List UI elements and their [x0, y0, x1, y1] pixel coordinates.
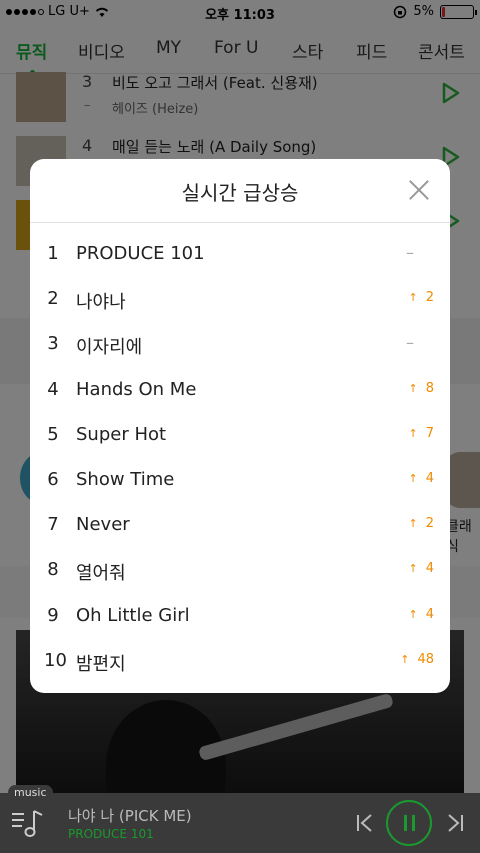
- trending-rank: 4: [47, 378, 59, 400]
- arrow-up-icon: ↑: [400, 652, 410, 666]
- trending-item[interactable]: 10 밤편지 ↑ 48: [30, 638, 450, 683]
- rank-change-value: 4: [425, 606, 434, 622]
- playlist-icon[interactable]: [10, 807, 46, 841]
- rank-change: –: [406, 243, 414, 262]
- player-title: 나야 나 (PICK ME): [68, 807, 192, 825]
- trending-rank: 1: [47, 243, 59, 264]
- next-icon[interactable]: [446, 813, 464, 833]
- arrow-up-icon: ↑: [408, 381, 418, 395]
- trending-item[interactable]: 6 Show Time ↑ 4: [30, 457, 450, 502]
- trending-rank: 3: [47, 333, 59, 355]
- trending-title: 나야나: [76, 292, 126, 314]
- trending-list: 1 PRODUCE 101–2 나야나 ↑ 2 3 이자리에 –4 Hands On Me ↑ 8 5…: [30, 231, 450, 683]
- rank-change: ↑ 4: [409, 561, 435, 576]
- rank-change-value: 2: [425, 290, 434, 306]
- modal-title: 실시간 급상승: [181, 181, 299, 205]
- rank-change: ↑ 4: [409, 471, 435, 486]
- trending-item[interactable]: 1 PRODUCE 101 –: [30, 231, 450, 276]
- trending-rank: 5: [47, 423, 59, 445]
- trending-title: PRODUCE 101: [76, 243, 205, 264]
- trending-rank: 8: [47, 559, 59, 581]
- trending-title: 밤편지: [76, 653, 126, 675]
- player-artist: PRODUCE 101: [68, 827, 154, 841]
- trending-title: Hands On Me: [76, 378, 197, 400]
- rank-change-value: 48: [417, 651, 434, 667]
- trending-title: Never: [76, 514, 130, 536]
- trending-title: 열어줘: [76, 563, 126, 585]
- rank-change: ↑ 7: [409, 426, 435, 441]
- rank-change-value: 2: [425, 516, 434, 532]
- trending-item[interactable]: 4 Hands On Me ↑ 8: [30, 367, 450, 412]
- arrow-up-icon: ↑: [408, 291, 418, 305]
- music-tag: music: [8, 785, 53, 800]
- trending-rank: 7: [47, 514, 59, 536]
- rank-change: ↑ 2: [409, 516, 435, 531]
- arrow-up-icon: ↑: [408, 607, 418, 621]
- trending-rank: 6: [47, 468, 59, 490]
- trending-item[interactable]: 5 Super Hot ↑ 7: [30, 412, 450, 457]
- trending-rank: 2: [47, 288, 59, 310]
- trending-item[interactable]: 7 Never ↑ 2: [30, 502, 450, 547]
- rank-change: –: [406, 333, 414, 353]
- close-icon[interactable]: [408, 179, 430, 201]
- trending-title: 이자리에: [76, 337, 143, 359]
- trending-modal: 실시간 급상승 1 PRODUCE 101–2 나야나 ↑ 2 3 이자리에 –4 Hands …: [30, 159, 450, 693]
- trending-title: Show Time: [76, 468, 175, 490]
- pause-icon[interactable]: [386, 800, 432, 846]
- arrow-up-icon: ↑: [408, 517, 418, 531]
- previous-icon[interactable]: [356, 813, 374, 833]
- trending-item[interactable]: 2 나야나 ↑ 2: [30, 276, 450, 321]
- rank-change-value: 7: [425, 425, 434, 441]
- mini-player[interactable]: music 나야 나 (PICK ME) PRODUCE 101: [0, 785, 480, 853]
- trending-rank: 9: [47, 604, 59, 626]
- arrow-up-icon: ↑: [408, 562, 418, 576]
- trending-title: Oh Little Girl: [76, 604, 190, 626]
- arrow-up-icon: ↑: [408, 471, 418, 485]
- trending-item[interactable]: 9 Oh Little Girl ↑ 4: [30, 593, 450, 638]
- trending-rank: 10: [44, 649, 67, 671]
- modal-header: 실시간 급상승: [30, 159, 450, 223]
- rank-change: ↑ 4: [409, 607, 435, 622]
- rank-change: ↑ 2: [409, 290, 435, 305]
- trending-item[interactable]: 3 이자리에 –: [30, 321, 450, 366]
- trending-title: Super Hot: [76, 423, 167, 445]
- trending-item[interactable]: 8 열어줘 ↑ 4: [30, 547, 450, 592]
- arrow-up-icon: ↑: [408, 426, 418, 440]
- rank-change: ↑ 48: [400, 652, 434, 667]
- rank-change-value: 4: [425, 470, 434, 486]
- rank-change-value: 4: [425, 561, 434, 577]
- rank-change: ↑ 8: [409, 381, 435, 396]
- rank-change-value: 8: [425, 380, 434, 396]
